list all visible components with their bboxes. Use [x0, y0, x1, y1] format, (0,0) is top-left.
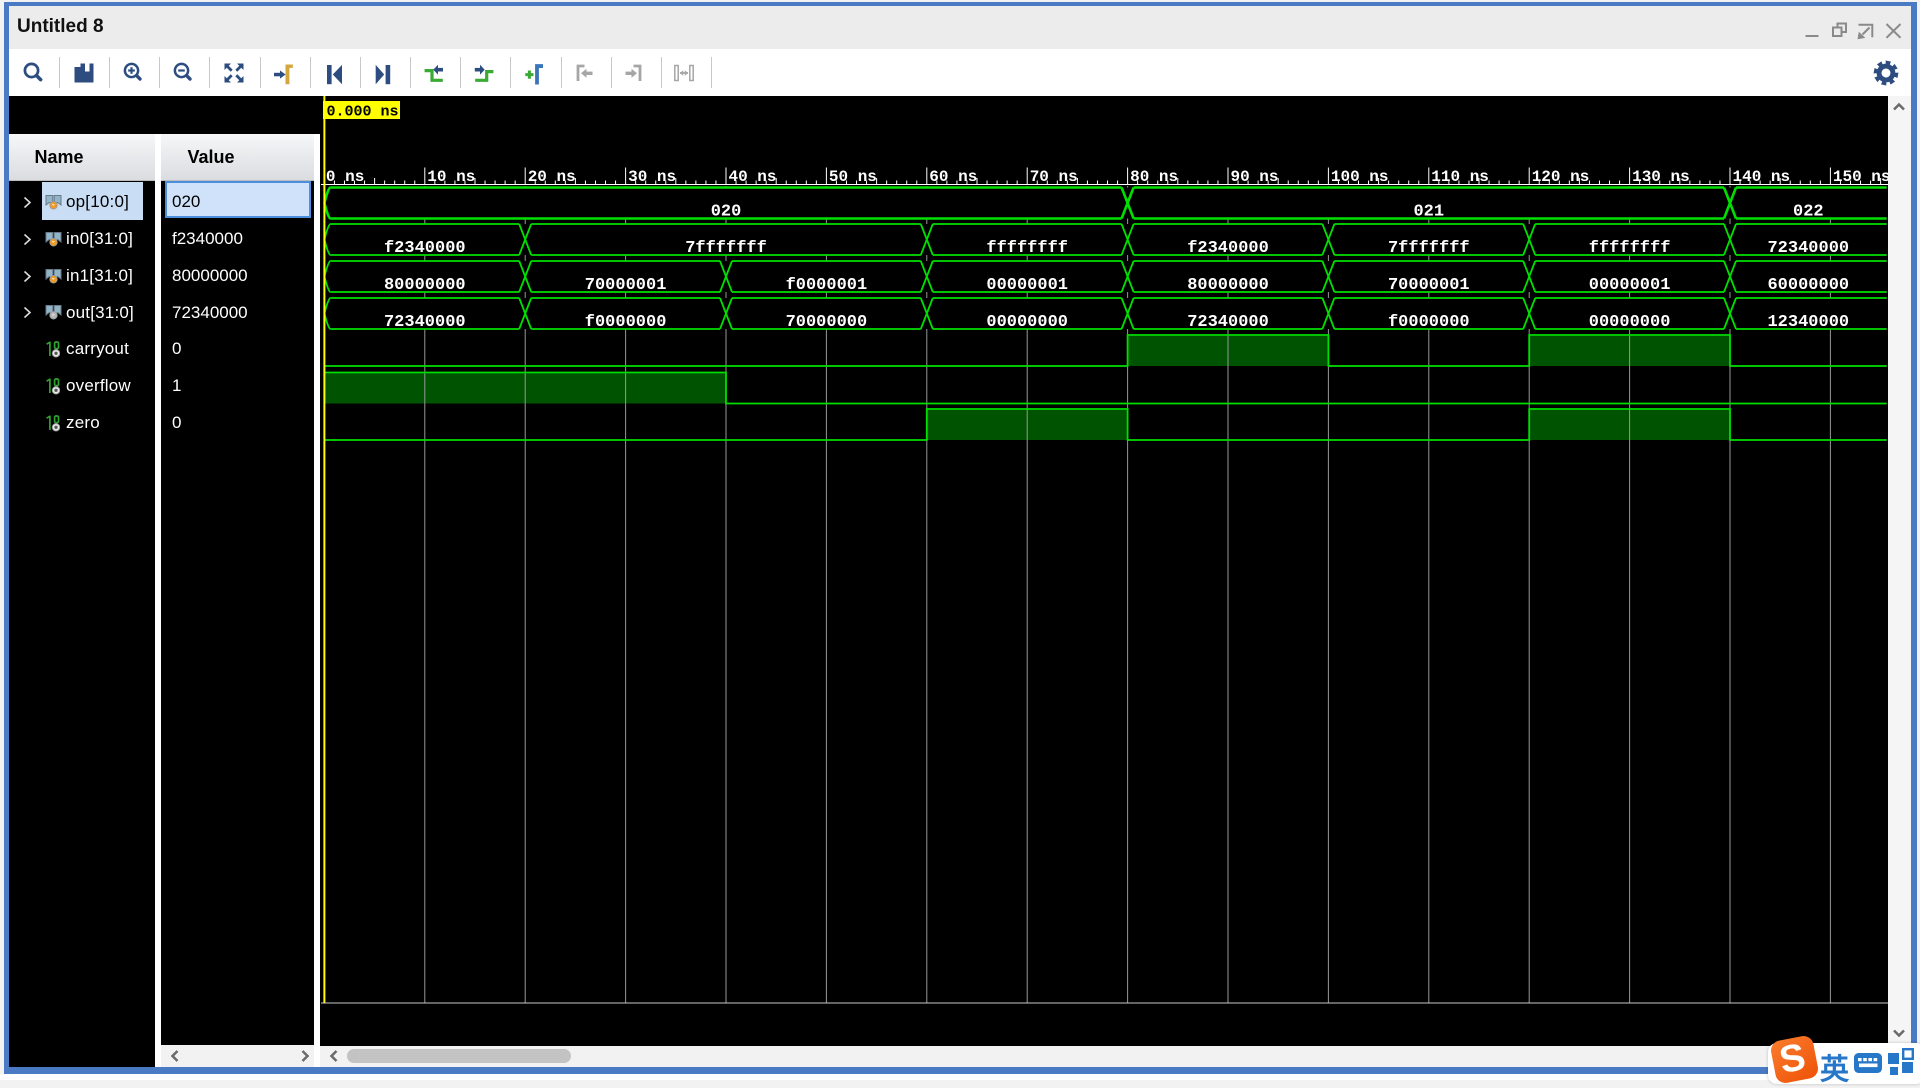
svg-text:130 ns: 130 ns — [1632, 168, 1690, 186]
svg-text:70000001: 70000001 — [1388, 276, 1470, 295]
svg-text:72340000: 72340000 — [1767, 239, 1849, 258]
svg-text:00000001: 00000001 — [986, 276, 1068, 295]
svg-text:020: 020 — [711, 202, 742, 221]
svg-text:7fffffff: 7fffffff — [685, 239, 767, 258]
svg-text:110 ns: 110 ns — [1431, 168, 1489, 186]
svg-text:0 ns: 0 ns — [326, 168, 364, 186]
svg-text:72340000: 72340000 — [1187, 313, 1269, 332]
svg-text:10 ns: 10 ns — [427, 168, 475, 186]
svg-text:80 ns: 80 ns — [1130, 168, 1178, 186]
svg-text:f2340000: f2340000 — [384, 239, 466, 258]
svg-text:ffffffff: ffffffff — [986, 239, 1068, 258]
svg-text:30 ns: 30 ns — [628, 168, 676, 186]
svg-text:50 ns: 50 ns — [829, 168, 877, 186]
svg-text:021: 021 — [1413, 202, 1444, 221]
svg-text:90 ns: 90 ns — [1231, 168, 1279, 186]
svg-text:80000000: 80000000 — [384, 276, 466, 295]
svg-text:72340000: 72340000 — [384, 313, 466, 332]
svg-text:f2340000: f2340000 — [1187, 239, 1269, 258]
svg-text:7fffffff: 7fffffff — [1388, 239, 1470, 258]
svg-text:70 ns: 70 ns — [1030, 168, 1078, 186]
svg-text:80000000: 80000000 — [1187, 276, 1269, 295]
svg-text:40 ns: 40 ns — [729, 168, 777, 186]
svg-text:0.000 ns: 0.000 ns — [327, 104, 399, 121]
svg-text:100 ns: 100 ns — [1331, 168, 1389, 186]
svg-text:f0000000: f0000000 — [1388, 313, 1470, 332]
svg-text:70000001: 70000001 — [585, 276, 667, 295]
svg-text:f0000001: f0000001 — [786, 276, 868, 295]
svg-text:00000000: 00000000 — [1589, 313, 1671, 332]
svg-text:f0000000: f0000000 — [585, 313, 667, 332]
svg-text:00000001: 00000001 — [1589, 276, 1671, 295]
svg-text:12340000: 12340000 — [1767, 313, 1849, 332]
svg-text:20 ns: 20 ns — [528, 168, 576, 186]
svg-text:ffffffff: ffffffff — [1589, 239, 1671, 258]
svg-text:140 ns: 140 ns — [1733, 168, 1791, 186]
svg-text:60000000: 60000000 — [1767, 276, 1849, 295]
svg-text:022: 022 — [1793, 202, 1824, 221]
svg-text:120 ns: 120 ns — [1532, 168, 1590, 186]
svg-text:70000000: 70000000 — [786, 313, 868, 332]
svg-text:60 ns: 60 ns — [929, 168, 977, 186]
svg-text:150 ns: 150 ns — [1833, 168, 1888, 186]
svg-text:00000000: 00000000 — [986, 313, 1068, 332]
